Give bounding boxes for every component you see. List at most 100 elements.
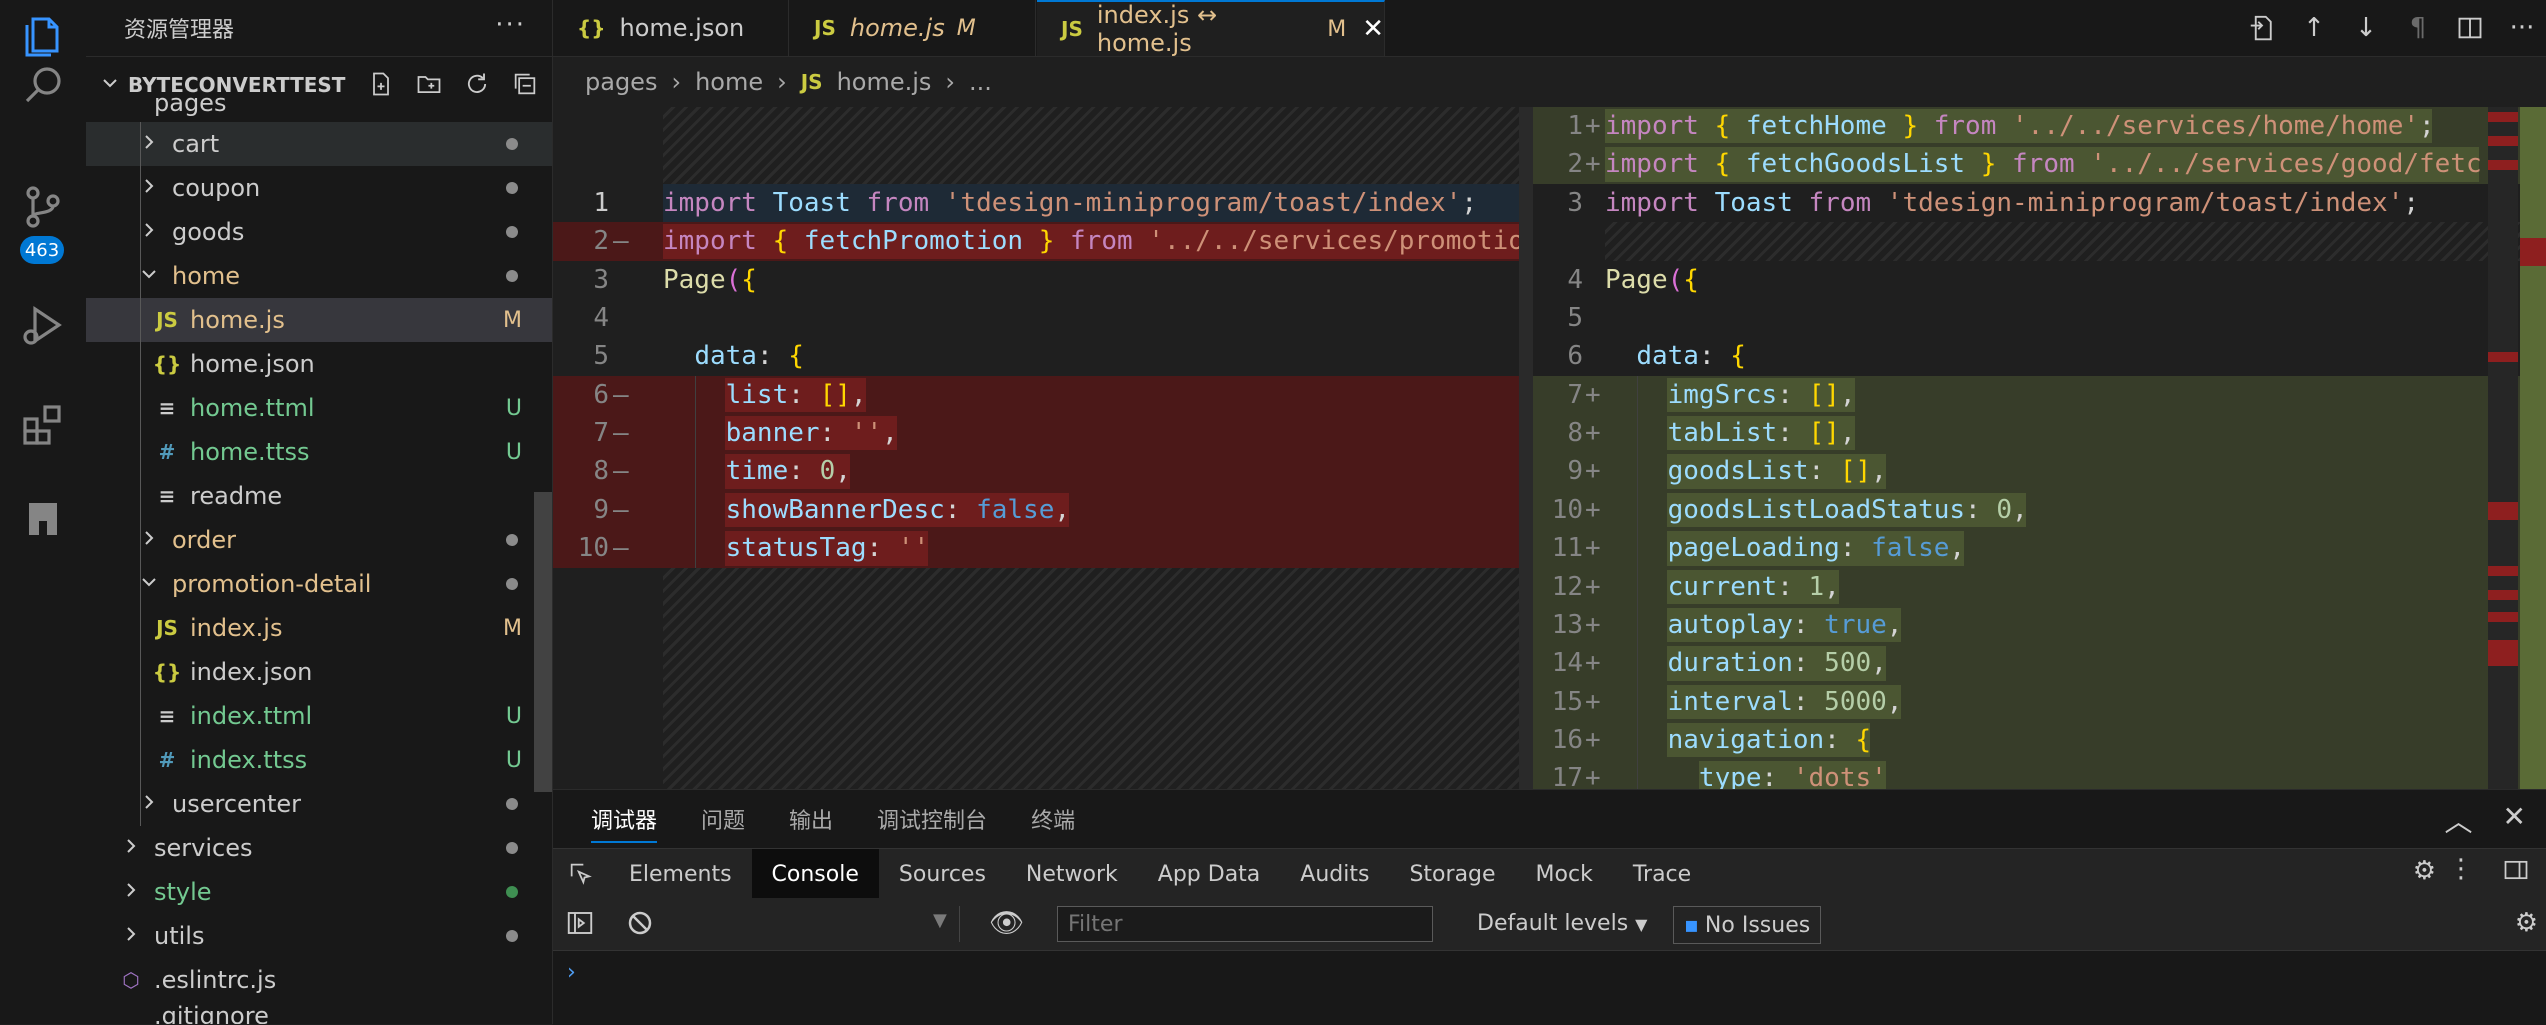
tree-item-readme[interactable]: ≡ readme <box>86 474 552 518</box>
tab-home-js[interactable]: JS home.js M <box>790 0 1036 56</box>
tree-item-index-ttss[interactable]: # index.ttss U <box>86 738 552 782</box>
code-line[interactable]: import Toast from 'tdesign-miniprogram/t… <box>663 184 1477 222</box>
devtools-tab-elements[interactable]: Elements <box>609 849 752 899</box>
tree-item-index-js[interactable]: JS index.js M <box>86 606 552 650</box>
tree-item-style[interactable]: style <box>86 870 552 914</box>
code-line[interactable]: navigation: { <box>1605 721 1872 759</box>
mini-program-icon[interactable] <box>0 484 86 554</box>
inspect-element-icon[interactable] <box>553 849 609 899</box>
devtools-tab-mock[interactable]: Mock <box>1516 849 1613 899</box>
overview-ruler[interactable] <box>2488 107 2518 789</box>
previous-change-icon[interactable]: ↑ <box>2298 12 2330 44</box>
tree-item-usercenter[interactable]: usercenter <box>86 782 552 826</box>
devtools-tab-storage[interactable]: Storage <box>1389 849 1515 899</box>
devtools-tab-audits[interactable]: Audits <box>1280 849 1389 899</box>
code-line[interactable]: import { fetchHome } from '../../service… <box>1605 107 2435 145</box>
code-line[interactable]: goodsListLoadStatus: 0, <box>1605 491 2028 529</box>
breadcrumb-file[interactable]: home.js <box>837 68 932 96</box>
devtools-tab-sources[interactable]: Sources <box>879 849 1006 899</box>
code-line[interactable]: showBannerDesc: false, <box>663 491 1070 529</box>
tree-item-promotion-detail[interactable]: promotion-detail <box>86 562 552 606</box>
code-line[interactable]: tabList: [], <box>1605 414 1856 452</box>
breadcrumb-home[interactable]: home <box>695 68 763 96</box>
console-prompt[interactable]: › <box>567 960 576 985</box>
panel-tab-4[interactable]: 终端 <box>1031 803 1075 835</box>
panel-tab-0[interactable]: 调试器 <box>591 803 658 843</box>
context-select[interactable] <box>673 906 960 942</box>
eye-icon[interactable]: 👁 <box>989 906 1025 939</box>
console-settings-icon[interactable]: ⚙ <box>2515 908 2538 938</box>
code-line[interactable]: banner: '', <box>663 414 898 452</box>
code-line[interactable]: import { fetchPromotion } from '../../se… <box>663 222 1519 260</box>
dock-icon[interactable] <box>2502 856 2530 888</box>
code-line[interactable]: Page({ <box>1605 261 1699 299</box>
tree-item-home[interactable]: home <box>86 254 552 298</box>
breadcrumb-pages[interactable]: pages <box>585 68 657 96</box>
modified-pane[interactable]: 1 + import { fetchHome } from '../../servi… <box>1533 107 2546 789</box>
tree-item-services[interactable]: services <box>86 826 552 870</box>
code-line[interactable]: data: { <box>663 337 804 375</box>
split-editor-icon[interactable] <box>2454 12 2486 44</box>
code-line[interactable]: imgSrcs: [], <box>1605 376 1856 414</box>
issues-button[interactable]: ▪ No Issues <box>1673 906 1822 944</box>
maximize-panel-icon[interactable]: ︿ <box>2445 800 2473 840</box>
code-line[interactable]: pageLoading: false, <box>1605 529 1965 567</box>
code-line[interactable]: time: 0, <box>663 452 851 490</box>
clear-console-icon[interactable] <box>625 908 655 944</box>
panel-tab-3[interactable]: 调试控制台 <box>877 803 987 835</box>
devtools-tab-network[interactable]: Network <box>1006 849 1138 899</box>
tree-item-goods[interactable]: goods <box>86 210 552 254</box>
tree-item-order[interactable]: order <box>86 518 552 562</box>
devtools-tab-console[interactable]: Console <box>751 849 879 899</box>
pane-splitter[interactable] <box>1519 107 1533 789</box>
close-icon[interactable]: ✕ <box>1362 14 1384 44</box>
tree-item-home-ttml[interactable]: ≡ home.ttml U <box>86 386 552 430</box>
code-line[interactable]: statusTag: '' <box>663 529 930 567</box>
tab-home-json[interactable]: {} home.json <box>553 0 789 56</box>
code-line[interactable]: list: [], <box>663 376 867 414</box>
code-line[interactable]: import { fetchGoodsList } from '../../se… <box>1605 145 2482 183</box>
more-actions-icon[interactable]: ··· <box>495 10 526 40</box>
run-debug-icon[interactable] <box>0 290 86 360</box>
search-icon[interactable] <box>0 50 86 120</box>
devtools-tab-app-data[interactable]: App Data <box>1138 849 1281 899</box>
tree-item-home-ttss[interactable]: # home.ttss U <box>86 430 552 474</box>
tree-item-utils[interactable]: utils <box>86 914 552 958</box>
open-file-icon[interactable] <box>2246 12 2278 44</box>
tree-item-coupon[interactable]: coupon <box>86 166 552 210</box>
code-line[interactable]: type: 'dots' <box>1605 759 1887 789</box>
code-line[interactable]: autoplay: true, <box>1605 606 1903 644</box>
code-line[interactable]: Page({ <box>663 261 757 299</box>
tree-item-index-json[interactable]: {} index.json <box>86 650 552 694</box>
tree-item-index-ttml[interactable]: ≡ index.ttml U <box>86 694 552 738</box>
next-change-icon[interactable]: ↓ <box>2350 12 2382 44</box>
extensions-icon[interactable] <box>0 390 86 460</box>
tree-item-home-js[interactable]: JS home.js M <box>86 298 552 342</box>
tree-item--eslintrc-js[interactable]: ⬡ .eslintrc.js <box>86 958 552 1002</box>
devtools-tab-trace[interactable]: Trace <box>1613 849 1711 899</box>
levels-dropdown[interactable]: Default levels ▼ <box>1477 911 1647 936</box>
original-pane[interactable]: 1 import Toast from 'tdesign-miniprogram/… <box>553 107 1519 789</box>
panel-tab-2[interactable]: 输出 <box>789 803 833 835</box>
whitespace-icon[interactable]: ¶ <box>2402 12 2434 44</box>
close-panel-icon[interactable]: ✕ <box>2503 800 2526 840</box>
sidebar-scrollbar[interactable] <box>534 492 552 792</box>
panel-tab-1[interactable]: 问题 <box>701 803 745 835</box>
code-line[interactable]: duration: 500, <box>1605 644 1887 682</box>
filter-input[interactable] <box>1057 906 1433 942</box>
code-line[interactable]: interval: 5000, <box>1605 683 1903 721</box>
code-line[interactable]: goodsList: [], <box>1605 452 1887 490</box>
code-line[interactable]: data: { <box>1605 337 1746 375</box>
code-line[interactable]: current: 1, <box>1605 568 1840 606</box>
tree-item-cart[interactable]: cart <box>86 122 552 166</box>
tab-diff-index-home[interactable]: JS index.js ↔ home.js M ✕ <box>1037 0 1385 57</box>
settings-icon[interactable]: ⚙ <box>2413 856 2436 886</box>
tree-item-pages-partial[interactable]: pages <box>86 86 552 120</box>
diff-overview[interactable] <box>2520 107 2546 789</box>
tree-item-home-json[interactable]: {} home.json <box>86 342 552 386</box>
sidebar-toggle-icon[interactable] <box>565 908 595 944</box>
more-vertical-icon[interactable]: ⋮ <box>2448 854 2474 884</box>
code-line[interactable]: import Toast from 'tdesign-miniprogram/t… <box>1605 184 2419 222</box>
more-actions-icon[interactable]: ··· <box>2506 12 2538 44</box>
source-control-icon[interactable] <box>0 172 86 242</box>
